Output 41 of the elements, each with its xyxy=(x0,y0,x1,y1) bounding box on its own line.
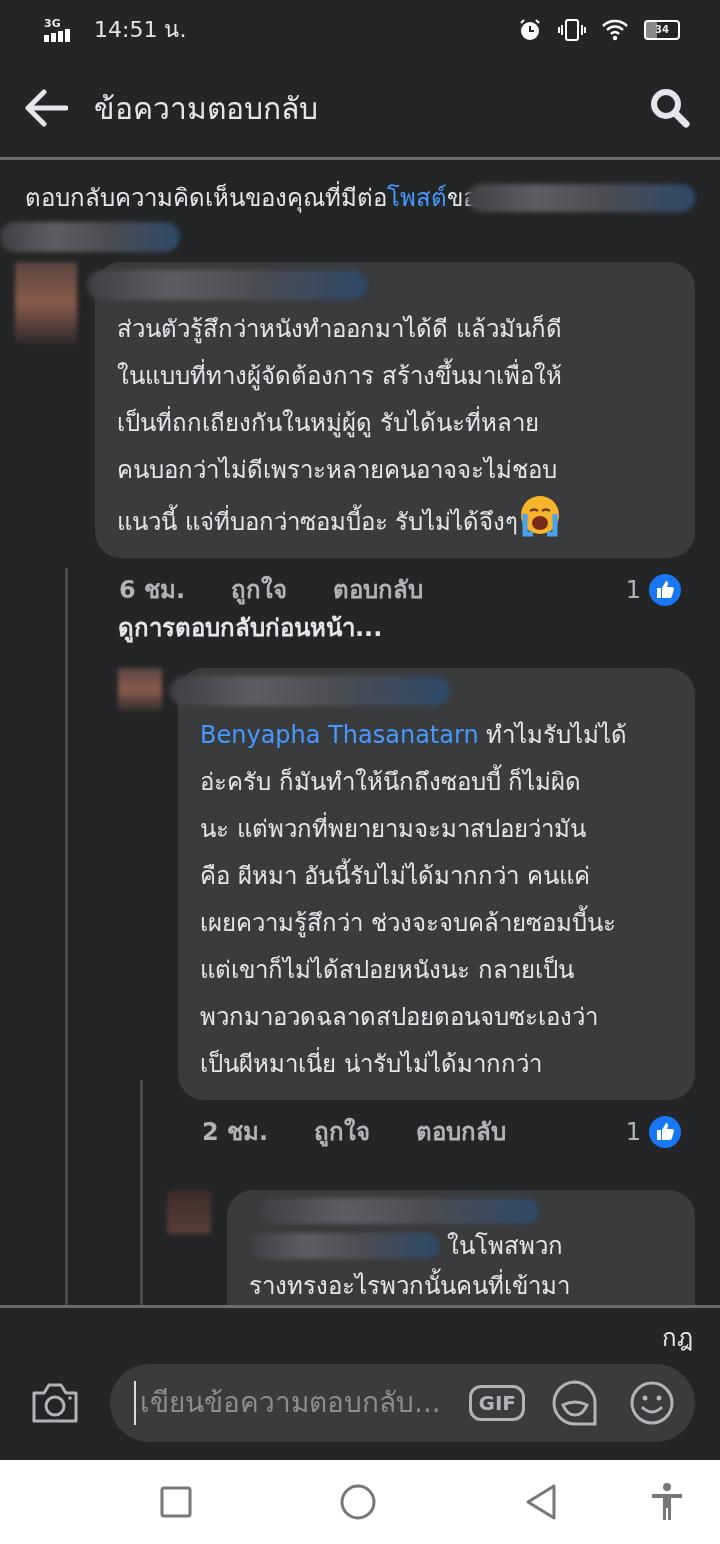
reply-link[interactable]: ตอบกลับ xyxy=(333,571,424,608)
reply-link[interactable]: ตอบกลับ xyxy=(416,1113,507,1150)
wifi-icon xyxy=(602,18,628,41)
rules-link[interactable]: กฎ xyxy=(662,1320,693,1357)
vibrate-icon xyxy=(558,17,586,42)
composer-field[interactable]: เขียนข้อความตอบกลับ... GIF xyxy=(110,1364,695,1443)
camera-icon[interactable] xyxy=(30,1381,80,1426)
comment-text: Benyapha Thasanatarn ทำไมรับไม่ได้ อ่ะครับ ก็มันทำให้นึกถึงซอบบี้ ก็ไม่ผิด นะ แต่พวกที่พยายามจะมาสปอยว่ามัน คือ ผีหมา อันนี้รับไม่ได้มากกว่า คนแค่ เผยความรู้สึกว่า ช่วงจะจบคล้ายซอมบี้นะ แต่เขาก็ไม่ได้สปอยหนังนะ กลายเป็น พวกมาอวดฉลาดสปอยตอนจบซะเองว่า เป็นผีหมาเนี่ย น่ารับไม่ได้มากกว่า xyxy=(200,719,629,1080)
recent-apps-icon[interactable] xyxy=(160,1486,192,1518)
accessibility-icon[interactable] xyxy=(650,1483,684,1521)
previous-replies-link[interactable]: ดูการตอบกลับก่อนหน้า... xyxy=(118,613,383,642)
sticker-icon[interactable] xyxy=(551,1379,599,1428)
reaction-count: 1 xyxy=(625,1116,641,1148)
like-link[interactable]: ถูกใจ xyxy=(231,571,288,608)
gif-button[interactable]: GIF xyxy=(469,1385,525,1422)
comment-time: 6 ชม. xyxy=(119,574,186,606)
like-link[interactable]: ถูกใจ xyxy=(314,1113,371,1150)
intro-text: ตอบกลับความคิดเห็นของคุณที่มีต่อ xyxy=(25,180,387,215)
battery-icon: 34 xyxy=(644,19,680,40)
like-icon xyxy=(649,573,681,606)
back-arrow-icon[interactable] xyxy=(24,89,68,128)
network-type: 3G xyxy=(44,17,61,29)
home-icon[interactable] xyxy=(340,1484,376,1520)
like-icon xyxy=(649,1115,681,1148)
comment-text: รางทรงอะไรพวกนั้นคนที่เข้ามา xyxy=(249,1265,675,1306)
reaction-count: 1 xyxy=(625,574,641,606)
alarm-icon xyxy=(518,17,542,42)
signal-icon xyxy=(44,28,70,42)
mention-link[interactable]: Benyapha Thasanatarn xyxy=(200,720,479,749)
clock: 14:51 น. xyxy=(94,16,187,45)
comment-text: ส่วนตัวรู้สึกว่าหนังทำออกมาได้ดี แล้วมันก็ดี ในแบบที่ทางผู้จัดต้องการ สร้างขึ้นมาเพื่อให้ เป็นที่ถกเถียงกันในหมู่ผู้ดู รับได้นะที่หลาย คนบอกว่าไม่ดีเพราะหลายคนอาจจะไม่ชอบ แนวนี้ แจ่ที่บอกว่าซอมบี้อะ รับไม่ได้จึงๆ xyxy=(117,313,564,540)
page-title: ข้อความตอบกลับ xyxy=(94,89,318,128)
post-link[interactable]: โพสต์ xyxy=(387,179,447,216)
search-icon[interactable] xyxy=(650,88,690,129)
avatar xyxy=(167,1189,211,1234)
back-icon[interactable] xyxy=(524,1483,558,1521)
reply-field[interactable]: เขียนข้อความตอบกลับ... xyxy=(134,1381,464,1426)
comment-time: 2 ชม. xyxy=(202,1116,269,1148)
emoji-icon[interactable] xyxy=(629,1380,675,1427)
avatar xyxy=(118,667,162,712)
comment-text: ในโพสพวก xyxy=(447,1230,563,1262)
